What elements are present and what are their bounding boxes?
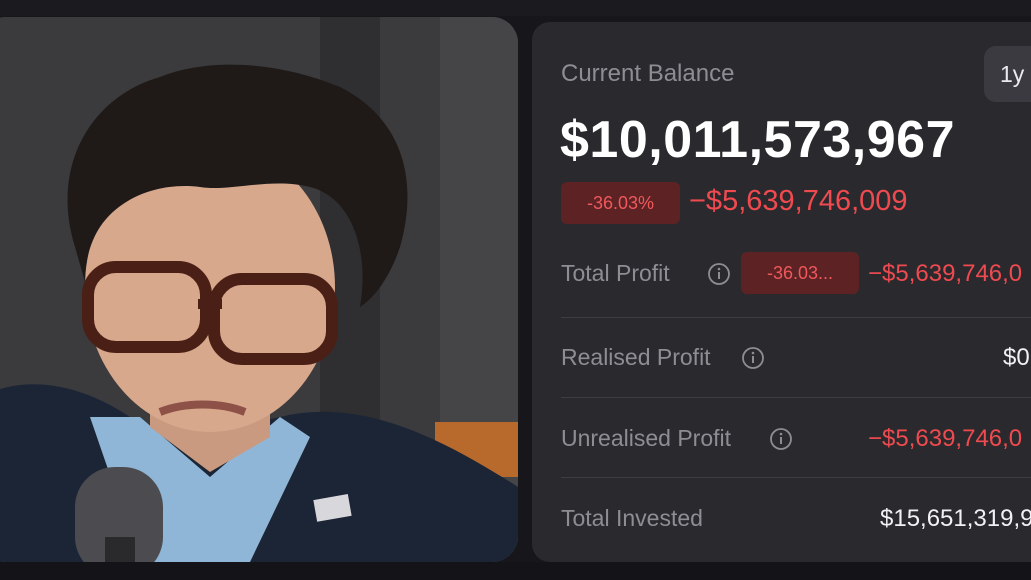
total-invested-label: Total Invested (561, 505, 703, 531)
divider (561, 317, 1031, 318)
top-bar (0, 0, 1031, 16)
bottom-bar (0, 562, 1031, 580)
info-icon[interactable] (707, 262, 731, 286)
info-icon[interactable] (741, 346, 765, 370)
current-balance-value: $10,011,573,967 (560, 111, 956, 169)
divider (561, 397, 1031, 398)
total-profit-label: Total Profit (561, 260, 670, 286)
unrealised-profit-label: Unrealised Profit (561, 425, 732, 451)
change-amount: −$5,639,746,009 (689, 185, 908, 217)
total-profit-value: −$5,639,746,0 (868, 260, 1023, 287)
change-percent-badge: -36.03% (561, 182, 680, 224)
divider (561, 477, 1031, 478)
unrealised-profit-value: −$5,639,746,0 (868, 425, 1023, 452)
total-profit-badge: -36.03... (741, 252, 859, 294)
realised-profit-value: $0 (1003, 344, 1030, 371)
total-invested-value: $15,651,319,9 (880, 505, 1031, 532)
balance-card: Current Balance 1y $10,011,573,967 -36.0… (532, 22, 1031, 562)
current-balance-label: Current Balance (561, 60, 735, 87)
speaker-photo (0, 17, 518, 562)
info-icon[interactable] (769, 427, 793, 451)
period-button[interactable]: 1y (984, 46, 1031, 102)
realised-profit-label: Realised Profit (561, 344, 711, 370)
